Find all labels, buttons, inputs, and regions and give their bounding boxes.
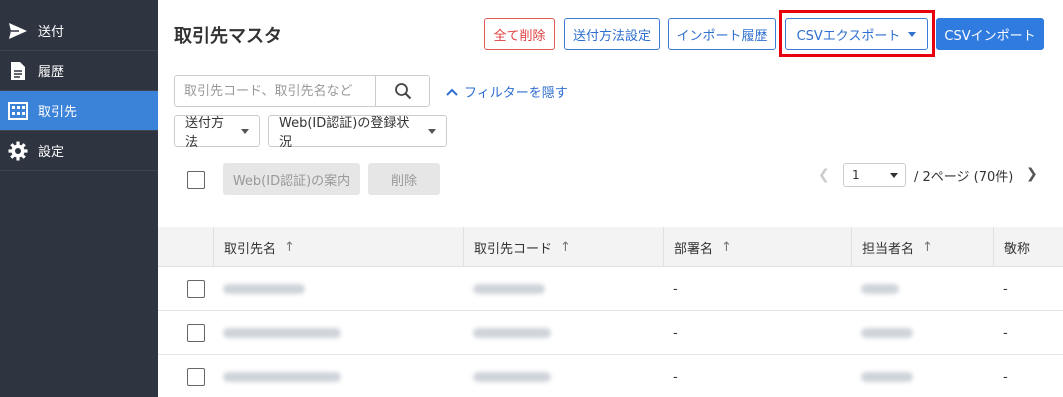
department-cell: -: [673, 325, 678, 341]
partner-code-cell: [463, 311, 551, 355]
import-history-button[interactable]: インポート履歴: [668, 18, 776, 50]
pagination-summary: / 2ページ (70件): [914, 170, 1014, 185]
search-icon: [394, 83, 411, 100]
next-page-icon[interactable]: ❯: [1026, 166, 1038, 182]
chevron-down-icon: [890, 173, 898, 178]
filter-toggle-label: フィルターを隠す: [464, 86, 568, 101]
app-root: 送付 履歴 取引先 設定 取引先マスタ 全て削除 送付方法設定 インポート履歴 …: [0, 0, 1063, 397]
sidebar: 送付 履歴 取引先 設定: [0, 0, 158, 397]
person-cell: [851, 311, 913, 355]
send-method-settings-button[interactable]: 送付方法設定: [564, 18, 660, 50]
honorific-cell: -: [1003, 369, 1008, 385]
person-cell: [851, 267, 899, 311]
select-all-checkbox[interactable]: [187, 171, 205, 189]
sort-arrow-icon: ↑: [560, 239, 571, 255]
honorific-cell: -: [1003, 325, 1008, 341]
sidebar-item-label: 履歴: [38, 65, 65, 80]
row-checkbox[interactable]: [187, 324, 205, 342]
sort-arrow-icon: ↑: [922, 239, 933, 255]
department-cell: -: [673, 281, 678, 297]
partner-code-cell: [463, 267, 545, 311]
csv-import-button[interactable]: CSVインポート: [936, 18, 1044, 50]
redacted-text: [861, 284, 899, 294]
partner-name-cell: [213, 355, 341, 397]
sidebar-item-settings[interactable]: 設定: [0, 131, 158, 171]
table-row[interactable]: - -: [158, 311, 1063, 355]
send-icon: [8, 21, 28, 41]
honorific-cell: -: [1003, 281, 1008, 297]
sidebar-item-label: 設定: [38, 145, 65, 160]
column-label: 取引先コード: [474, 241, 553, 257]
sidebar-item-partners[interactable]: 取引先: [0, 91, 158, 131]
row-checkbox[interactable]: [187, 368, 205, 386]
redacted-text: [861, 328, 913, 338]
web-registration-label: Web(ID認証)の登録状況: [279, 116, 410, 150]
redacted-text: [861, 372, 913, 382]
redacted-text: [223, 372, 341, 382]
redacted-text: [473, 328, 551, 338]
sort-arrow-icon: ↑: [284, 239, 295, 255]
sidebar-item-label: 取引先: [38, 105, 78, 120]
chevron-down-icon: [428, 128, 436, 134]
prev-page-icon[interactable]: ❮: [818, 167, 830, 183]
redacted-text: [473, 372, 551, 382]
highlight-box: [779, 10, 935, 57]
search-input[interactable]: [175, 76, 375, 106]
table-row[interactable]: - -: [158, 355, 1063, 397]
send-method-label: 送付方法: [185, 116, 225, 150]
column-label: 取引先名: [224, 241, 277, 257]
column-label: 担当者名: [862, 241, 915, 257]
send-method-dropdown[interactable]: 送付方法: [174, 115, 260, 150]
redacted-text: [223, 328, 341, 338]
sidebar-item-send[interactable]: 送付: [0, 11, 158, 51]
search-box: [174, 75, 430, 107]
delete-button[interactable]: 削除: [368, 163, 440, 195]
page-select[interactable]: 1: [843, 163, 906, 187]
filter-toggle-link[interactable]: フィルターを隠す: [446, 82, 568, 101]
chevron-up-icon: [446, 88, 458, 96]
column-header-honorific[interactable]: 敬称: [993, 227, 1063, 267]
building-icon: [8, 101, 28, 121]
gear-icon: [8, 141, 28, 161]
sidebar-item-label: 送付: [38, 25, 65, 40]
web-registration-dropdown[interactable]: Web(ID認証)の登録状況: [268, 115, 447, 150]
sidebar-item-history[interactable]: 履歴: [0, 51, 158, 91]
table-header: 取引先名 ↑ 取引先コード ↑ 部署名 ↑ 担当者名 ↑ 敬称: [158, 227, 1063, 267]
person-cell: [851, 355, 913, 397]
department-cell: -: [673, 369, 678, 385]
partner-name-cell: [213, 311, 341, 355]
page-select-value: 1: [852, 168, 860, 182]
page-title: 取引先マスタ: [174, 26, 282, 47]
partner-code-cell: [463, 355, 551, 397]
sort-arrow-icon: ↑: [721, 239, 732, 255]
column-header-partner-name[interactable]: 取引先名 ↑: [213, 227, 463, 267]
row-checkbox[interactable]: [187, 280, 205, 298]
column-label: 部署名: [674, 241, 714, 257]
column-label: 敬称: [1004, 241, 1031, 257]
column-header-partner-code[interactable]: 取引先コード ↑: [463, 227, 663, 267]
column-header-department[interactable]: 部署名 ↑: [663, 227, 851, 267]
document-icon: [8, 61, 28, 81]
table-row[interactable]: - -: [158, 267, 1063, 311]
delete-all-button[interactable]: 全て削除: [484, 18, 555, 50]
search-button[interactable]: [375, 76, 429, 106]
web-guide-button[interactable]: Web(ID認証)の案内: [223, 163, 360, 195]
redacted-text: [223, 284, 305, 294]
chevron-down-icon: [241, 128, 249, 134]
partner-name-cell: [213, 267, 305, 311]
redacted-text: [473, 284, 545, 294]
column-header-person[interactable]: 担当者名 ↑: [851, 227, 993, 267]
